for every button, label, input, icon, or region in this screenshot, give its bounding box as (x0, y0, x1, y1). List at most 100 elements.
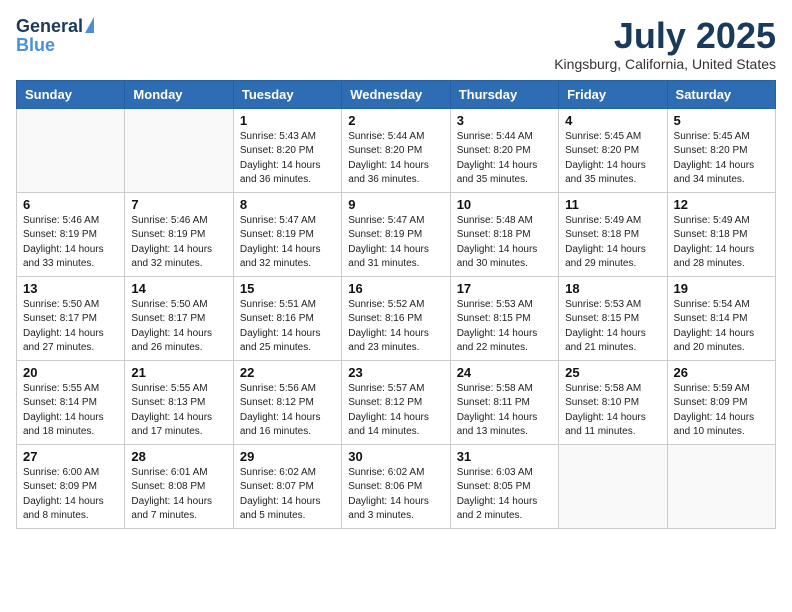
calendar-cell: 14Sunrise: 5:50 AMSunset: 8:17 PMDayligh… (125, 276, 233, 360)
day-info: Sunrise: 5:46 AMSunset: 8:19 PMDaylight:… (23, 214, 118, 272)
calendar-cell: 2 Sunrise: 5:44 AMSunset: 8:20 PMDaylight… (342, 108, 450, 192)
day-number: 2 (348, 113, 443, 128)
day-number: 11 (565, 197, 660, 212)
weekday-header-sunday: Sunday (17, 80, 125, 108)
weekday-header-saturday: Saturday (667, 80, 775, 108)
title-section: July 2025 Kingsburg, California, United … (554, 16, 776, 72)
day-number: 22 (240, 365, 335, 380)
day-info: Sunrise: 5:49 AMSunset: 8:18 PMDaylight:… (674, 214, 769, 272)
weekday-header-friday: Friday (559, 80, 667, 108)
day-info: Sunrise: 5:43 AMSunset: 8:20 PMDaylight:… (240, 130, 335, 188)
day-info: Sunrise: 5:50 AMSunset: 8:17 PMDaylight:… (23, 298, 118, 356)
day-number: 19 (674, 281, 769, 296)
day-info: Sunrise: 5:53 AMSunset: 8:15 PMDaylight:… (457, 298, 552, 356)
day-number: 26 (674, 365, 769, 380)
calendar-cell: 27 Sunrise: 6:00 AMSunset: 8:09 PMDayligh… (17, 444, 125, 528)
calendar-cell (125, 108, 233, 192)
day-info: Sunrise: 5:56 AMSunset: 8:12 PMDaylight:… (240, 382, 335, 440)
day-info: Sunrise: 5:58 AMSunset: 8:11 PMDaylight:… (457, 382, 552, 440)
day-info: Sunrise: 5:53 AMSunset: 8:15 PMDaylight:… (565, 298, 660, 356)
calendar-cell: 15 Sunrise: 5:51 AMSunset: 8:16 PMDayligh… (233, 276, 341, 360)
day-info: Sunrise: 5:54 AMSunset: 8:14 PMDaylight:… (674, 298, 769, 356)
calendar-cell: 23Sunrise: 5:57 AMSunset: 8:12 PMDayligh… (342, 360, 450, 444)
day-number: 5 (674, 113, 769, 128)
calendar-cell: 8 Sunrise: 5:47 AMSunset: 8:19 PMDaylight… (233, 192, 341, 276)
logo-blue-text: Blue (16, 35, 55, 56)
calendar-cell: 17Sunrise: 5:53 AMSunset: 8:15 PMDayligh… (450, 276, 558, 360)
day-info: Sunrise: 5:49 AMSunset: 8:18 PMDaylight:… (565, 214, 660, 272)
day-number: 31 (457, 449, 552, 464)
day-info: Sunrise: 5:44 AMSunset: 8:20 PMDaylight:… (348, 130, 443, 188)
day-info: Sunrise: 5:59 AMSunset: 8:09 PMDaylight:… (674, 382, 769, 440)
day-info: Sunrise: 5:44 AMSunset: 8:20 PMDaylight:… (457, 130, 552, 188)
day-number: 30 (348, 449, 443, 464)
day-number: 1 (240, 113, 335, 128)
day-info: Sunrise: 6:01 AMSunset: 8:08 PMDaylight:… (131, 466, 226, 524)
calendar-cell: 13Sunrise: 5:50 AMSunset: 8:17 PMDayligh… (17, 276, 125, 360)
day-number: 8 (240, 197, 335, 212)
day-info: Sunrise: 6:02 AMSunset: 8:06 PMDaylight:… (348, 466, 443, 524)
calendar-cell: 11 Sunrise: 5:49 AMSunset: 8:18 PMDayligh… (559, 192, 667, 276)
location-text: Kingsburg, California, United States (554, 56, 776, 72)
calendar-cell: 30 Sunrise: 6:02 AMSunset: 8:06 PMDayligh… (342, 444, 450, 528)
day-info: Sunrise: 6:03 AMSunset: 8:05 PMDaylight:… (457, 466, 552, 524)
day-number: 6 (23, 197, 118, 212)
day-info: Sunrise: 5:57 AMSunset: 8:12 PMDaylight:… (348, 382, 443, 440)
logo: General Blue (16, 16, 94, 56)
day-info: Sunrise: 6:02 AMSunset: 8:07 PMDaylight:… (240, 466, 335, 524)
calendar-cell: 9 Sunrise: 5:47 AMSunset: 8:19 PMDaylight… (342, 192, 450, 276)
calendar-cell: 31 Sunrise: 6:03 AMSunset: 8:05 PMDayligh… (450, 444, 558, 528)
day-info: Sunrise: 5:58 AMSunset: 8:10 PMDaylight:… (565, 382, 660, 440)
logo-general-text: General (16, 16, 83, 37)
calendar-cell (667, 444, 775, 528)
day-number: 28 (131, 449, 226, 464)
day-number: 18 (565, 281, 660, 296)
weekday-header-tuesday: Tuesday (233, 80, 341, 108)
day-number: 3 (457, 113, 552, 128)
day-info: Sunrise: 5:47 AMSunset: 8:19 PMDaylight:… (348, 214, 443, 272)
week-row-1: 1 Sunrise: 5:43 AMSunset: 8:20 PMDaylight… (17, 108, 776, 192)
day-number: 12 (674, 197, 769, 212)
day-info: Sunrise: 6:00 AMSunset: 8:09 PMDaylight:… (23, 466, 118, 524)
day-number: 16 (348, 281, 443, 296)
calendar-cell: 7 Sunrise: 5:46 AMSunset: 8:19 PMDaylight… (125, 192, 233, 276)
week-row-2: 6 Sunrise: 5:46 AMSunset: 8:19 PMDaylight… (17, 192, 776, 276)
day-info: Sunrise: 5:55 AMSunset: 8:14 PMDaylight:… (23, 382, 118, 440)
day-number: 4 (565, 113, 660, 128)
month-year-title: July 2025 (554, 16, 776, 56)
logo-triangle-icon (85, 17, 94, 33)
day-number: 7 (131, 197, 226, 212)
week-row-4: 20 Sunrise: 5:55 AMSunset: 8:14 PMDayligh… (17, 360, 776, 444)
calendar-cell: 18 Sunrise: 5:53 AMSunset: 8:15 PMDayligh… (559, 276, 667, 360)
weekday-header-wednesday: Wednesday (342, 80, 450, 108)
day-number: 20 (23, 365, 118, 380)
week-row-5: 27 Sunrise: 6:00 AMSunset: 8:09 PMDayligh… (17, 444, 776, 528)
page-header: General Blue July 2025 Kingsburg, Califo… (16, 16, 776, 72)
day-info: Sunrise: 5:48 AMSunset: 8:18 PMDaylight:… (457, 214, 552, 272)
day-number: 14 (131, 281, 226, 296)
day-number: 24 (457, 365, 552, 380)
calendar-cell (17, 108, 125, 192)
day-info: Sunrise: 5:51 AMSunset: 8:16 PMDaylight:… (240, 298, 335, 356)
calendar-cell: 21Sunrise: 5:55 AMSunset: 8:13 PMDayligh… (125, 360, 233, 444)
calendar-cell: 22 Sunrise: 5:56 AMSunset: 8:12 PMDayligh… (233, 360, 341, 444)
calendar-cell: 12 Sunrise: 5:49 AMSunset: 8:18 PMDayligh… (667, 192, 775, 276)
day-number: 15 (240, 281, 335, 296)
day-info: Sunrise: 5:45 AMSunset: 8:20 PMDaylight:… (565, 130, 660, 188)
day-number: 27 (23, 449, 118, 464)
day-info: Sunrise: 5:45 AMSunset: 8:20 PMDaylight:… (674, 130, 769, 188)
calendar-cell: 25 Sunrise: 5:58 AMSunset: 8:10 PMDayligh… (559, 360, 667, 444)
weekday-header-monday: Monday (125, 80, 233, 108)
calendar-cell: 4 Sunrise: 5:45 AMSunset: 8:20 PMDaylight… (559, 108, 667, 192)
day-number: 9 (348, 197, 443, 212)
calendar-cell: 28 Sunrise: 6:01 AMSunset: 8:08 PMDayligh… (125, 444, 233, 528)
calendar-cell (559, 444, 667, 528)
calendar-cell: 20 Sunrise: 5:55 AMSunset: 8:14 PMDayligh… (17, 360, 125, 444)
day-number: 25 (565, 365, 660, 380)
day-info: Sunrise: 5:46 AMSunset: 8:19 PMDaylight:… (131, 214, 226, 272)
calendar-cell: 26 Sunrise: 5:59 AMSunset: 8:09 PMDayligh… (667, 360, 775, 444)
day-info: Sunrise: 5:47 AMSunset: 8:19 PMDaylight:… (240, 214, 335, 272)
calendar-cell: 5 Sunrise: 5:45 AMSunset: 8:20 PMDaylight… (667, 108, 775, 192)
calendar-cell: 1 Sunrise: 5:43 AMSunset: 8:20 PMDaylight… (233, 108, 341, 192)
day-number: 10 (457, 197, 552, 212)
